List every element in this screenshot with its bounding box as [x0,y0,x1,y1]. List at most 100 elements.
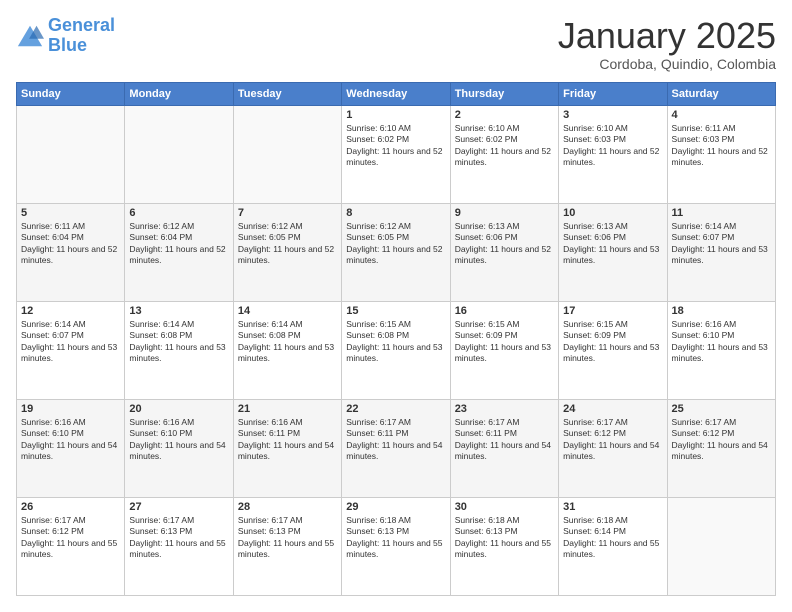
calendar-table: Sunday Monday Tuesday Wednesday Thursday… [16,82,776,596]
calendar-cell: 21Sunrise: 6:16 AMSunset: 6:11 PMDayligh… [233,399,341,497]
day-info: Sunrise: 6:17 AMSunset: 6:11 PMDaylight:… [346,417,442,461]
day-number: 24 [563,403,662,415]
calendar-cell: 31 Sunrise: 6:18 AMSunset: 6:14 PMDayligh… [559,497,667,595]
day-header-row: Sunday Monday Tuesday Wednesday Thursday… [17,82,776,105]
day-number: 8 [346,207,445,219]
calendar-page: General Blue January 2025 Cordoba, Quind… [0,0,792,612]
calendar-cell: 4 Sunrise: 6:11 AMSunset: 6:03 PMDaylight… [667,105,775,203]
calendar-subtitle: Cordoba, Quindio, Colombia [558,56,776,72]
logo: General Blue [16,16,115,56]
calendar-week-4: 26Sunrise: 6:17 AMSunset: 6:12 PMDayligh… [17,497,776,595]
day-number: 28 [238,501,337,513]
calendar-cell: 16 Sunrise: 6:15 AMSunset: 6:09 PMDayligh… [450,301,558,399]
day-number: 31 [563,501,662,513]
day-number: 12 [21,305,120,317]
calendar-cell: 22 Sunrise: 6:17 AMSunset: 6:11 PMDayligh… [342,399,450,497]
calendar-cell: 30Sunrise: 6:18 AMSunset: 6:13 PMDayligh… [450,497,558,595]
calendar-cell: 3Sunrise: 6:10 AMSunset: 6:03 PMDaylight… [559,105,667,203]
day-number: 16 [455,305,554,317]
day-number: 1 [346,109,445,121]
calendar-week-3: 19Sunrise: 6:16 AMSunset: 6:10 PMDayligh… [17,399,776,497]
day-number: 21 [238,403,337,415]
day-info: Sunrise: 6:15 AMSunset: 6:09 PMDaylight:… [563,319,659,363]
day-info: Sunrise: 6:14 AMSunset: 6:07 PMDaylight:… [21,319,117,363]
calendar-week-1: 5 Sunrise: 6:11 AMSunset: 6:04 PMDaylight… [17,203,776,301]
day-number: 11 [672,207,771,219]
day-number: 4 [672,109,771,121]
calendar-cell: 10 Sunrise: 6:13 AMSunset: 6:06 PMDayligh… [559,203,667,301]
col-wednesday: Wednesday [342,82,450,105]
calendar-cell: 25 Sunrise: 6:17 AMSunset: 6:12 PMDayligh… [667,399,775,497]
calendar-cell: 12 Sunrise: 6:14 AMSunset: 6:07 PMDayligh… [17,301,125,399]
calendar-title: January 2025 [558,16,776,56]
day-info: Sunrise: 6:12 AMSunset: 6:05 PMDaylight:… [238,221,334,265]
day-info: Sunrise: 6:18 AMSunset: 6:13 PMDaylight:… [455,515,551,559]
calendar-cell: 13Sunrise: 6:14 AMSunset: 6:08 PMDayligh… [125,301,233,399]
day-info: Sunrise: 6:17 AMSunset: 6:13 PMDaylight:… [238,515,334,559]
day-info: Sunrise: 6:13 AMSunset: 6:06 PMDaylight:… [563,221,659,265]
day-info: Sunrise: 6:15 AMSunset: 6:08 PMDaylight:… [346,319,442,363]
calendar-cell: 23 Sunrise: 6:17 AMSunset: 6:11 PMDayligh… [450,399,558,497]
col-monday: Monday [125,82,233,105]
day-info: Sunrise: 6:17 AMSunset: 6:11 PMDaylight:… [455,417,551,461]
logo-icon [16,22,44,50]
logo-text: General Blue [48,16,115,56]
day-info: Sunrise: 6:13 AMSunset: 6:06 PMDaylight:… [455,221,551,265]
day-info: Sunrise: 6:16 AMSunset: 6:10 PMDaylight:… [129,417,225,461]
day-number: 6 [129,207,228,219]
day-info: Sunrise: 6:17 AMSunset: 6:12 PMDaylight:… [563,417,659,461]
day-info: Sunrise: 6:15 AMSunset: 6:09 PMDaylight:… [455,319,551,363]
col-thursday: Thursday [450,82,558,105]
col-saturday: Saturday [667,82,775,105]
calendar-cell: 29Sunrise: 6:18 AMSunset: 6:13 PMDayligh… [342,497,450,595]
calendar-week-0: 1 Sunrise: 6:10 AMSunset: 6:02 PMDaylight… [17,105,776,203]
title-block: January 2025 Cordoba, Quindio, Colombia [558,16,776,72]
day-number: 26 [21,501,120,513]
day-number: 7 [238,207,337,219]
day-number: 10 [563,207,662,219]
day-number: 15 [346,305,445,317]
calendar-week-2: 12 Sunrise: 6:14 AMSunset: 6:07 PMDayligh… [17,301,776,399]
calendar-cell: 2Sunrise: 6:10 AMSunset: 6:02 PMDaylight… [450,105,558,203]
calendar-cell: 9 Sunrise: 6:13 AMSunset: 6:06 PMDaylight… [450,203,558,301]
calendar-cell: 19Sunrise: 6:16 AMSunset: 6:10 PMDayligh… [17,399,125,497]
day-info: Sunrise: 6:14 AMSunset: 6:07 PMDaylight:… [672,221,768,265]
day-number: 3 [563,109,662,121]
day-number: 20 [129,403,228,415]
day-info: Sunrise: 6:18 AMSunset: 6:13 PMDaylight:… [346,515,442,559]
day-number: 18 [672,305,771,317]
calendar-cell: 28 Sunrise: 6:17 AMSunset: 6:13 PMDayligh… [233,497,341,595]
day-number: 27 [129,501,228,513]
calendar-cell: 24 Sunrise: 6:17 AMSunset: 6:12 PMDayligh… [559,399,667,497]
day-info: Sunrise: 6:16 AMSunset: 6:10 PMDaylight:… [672,319,768,363]
calendar-cell: 27Sunrise: 6:17 AMSunset: 6:13 PMDayligh… [125,497,233,595]
logo-line2: Blue [48,35,87,55]
day-info: Sunrise: 6:11 AMSunset: 6:04 PMDaylight:… [21,221,117,265]
day-number: 14 [238,305,337,317]
calendar-cell: 26Sunrise: 6:17 AMSunset: 6:12 PMDayligh… [17,497,125,595]
calendar-cell: 5 Sunrise: 6:11 AMSunset: 6:04 PMDaylight… [17,203,125,301]
day-number: 5 [21,207,120,219]
calendar-cell: 18 Sunrise: 6:16 AMSunset: 6:10 PMDayligh… [667,301,775,399]
calendar-cell: 7 Sunrise: 6:12 AMSunset: 6:05 PMDaylight… [233,203,341,301]
day-number: 25 [672,403,771,415]
day-number: 9 [455,207,554,219]
day-number: 22 [346,403,445,415]
calendar-cell: 17Sunrise: 6:15 AMSunset: 6:09 PMDayligh… [559,301,667,399]
day-info: Sunrise: 6:14 AMSunset: 6:08 PMDaylight:… [129,319,225,363]
day-number: 2 [455,109,554,121]
day-info: Sunrise: 6:18 AMSunset: 6:14 PMDaylight:… [563,515,659,559]
day-info: Sunrise: 6:16 AMSunset: 6:10 PMDaylight:… [21,417,117,461]
day-info: Sunrise: 6:11 AMSunset: 6:03 PMDaylight:… [672,123,768,167]
calendar-cell: 20 Sunrise: 6:16 AMSunset: 6:10 PMDayligh… [125,399,233,497]
day-number: 23 [455,403,554,415]
calendar-cell: 6Sunrise: 6:12 AMSunset: 6:04 PMDaylight… [125,203,233,301]
page-header: General Blue January 2025 Cordoba, Quind… [16,16,776,72]
col-tuesday: Tuesday [233,82,341,105]
calendar-cell: 11 Sunrise: 6:14 AMSunset: 6:07 PMDayligh… [667,203,775,301]
day-info: Sunrise: 6:17 AMSunset: 6:12 PMDaylight:… [672,417,768,461]
logo-line1: General [48,15,115,35]
calendar-cell: 14Sunrise: 6:14 AMSunset: 6:08 PMDayligh… [233,301,341,399]
day-info: Sunrise: 6:10 AMSunset: 6:02 PMDaylight:… [346,123,442,167]
calendar-cell [17,105,125,203]
